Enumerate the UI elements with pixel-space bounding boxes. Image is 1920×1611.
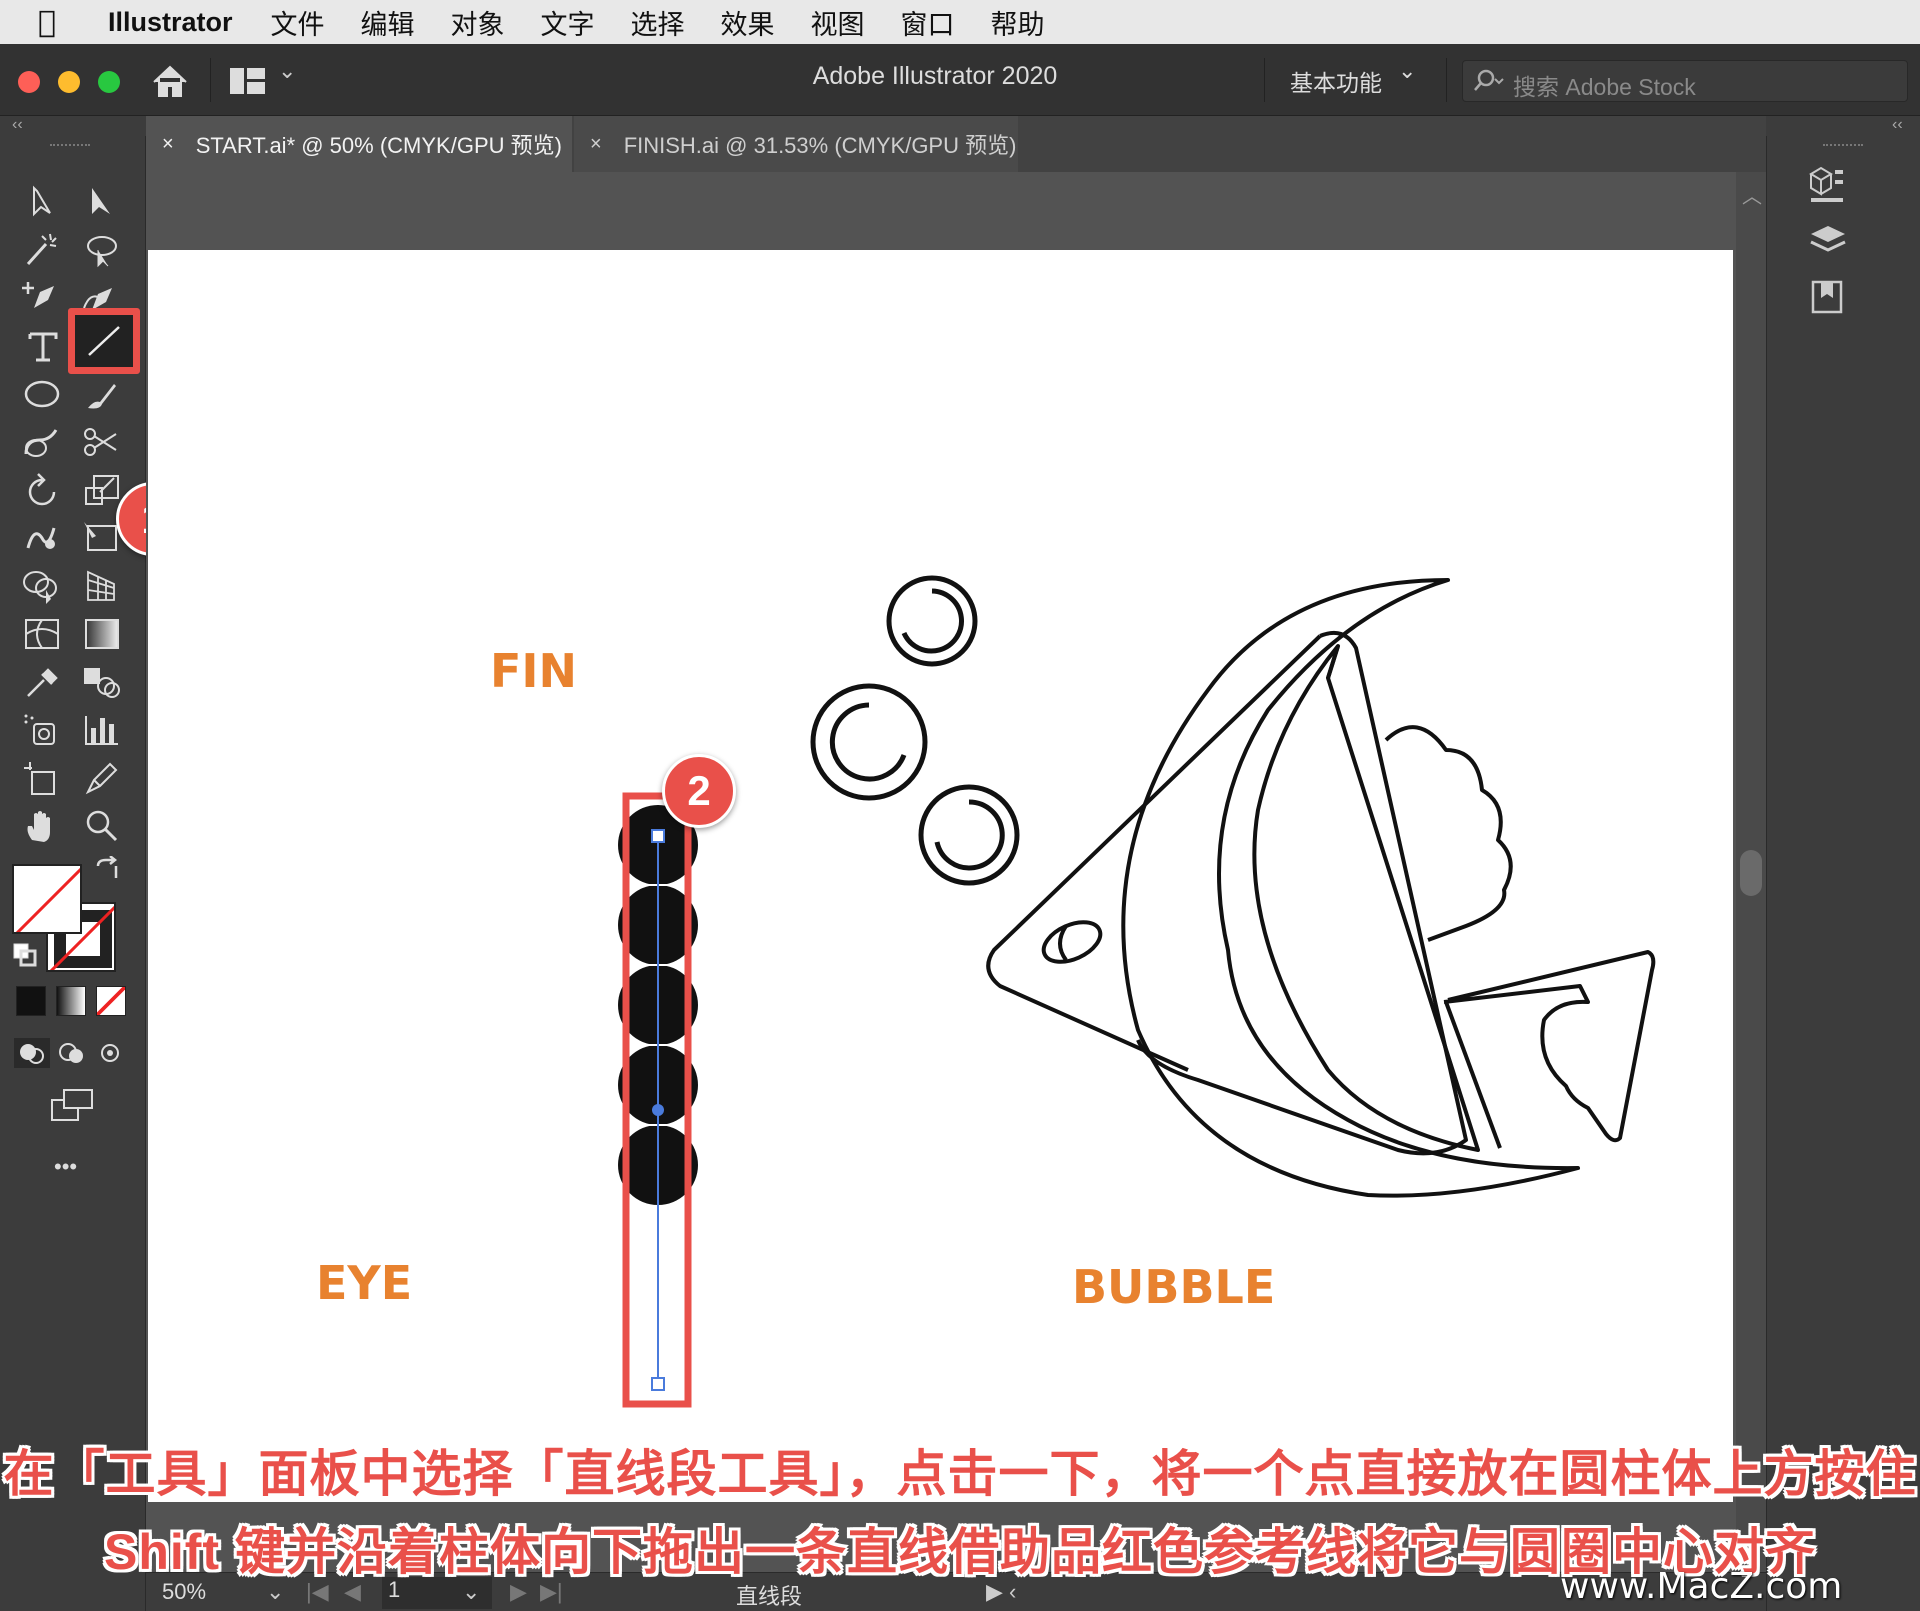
warp-tool-icon[interactable] [20, 518, 66, 558]
free-transform-tool-icon[interactable] [80, 518, 126, 558]
lasso-tool-icon[interactable] [80, 230, 126, 270]
menu-app-name[interactable]: Illustrator [108, 7, 233, 38]
change-screen-mode-icon[interactable] [48, 1086, 98, 1126]
scissors-tool-icon[interactable] [80, 422, 126, 462]
eyedropper-tool-icon[interactable] [20, 662, 66, 702]
rotate-tool-icon[interactable] [20, 470, 66, 510]
ellipse-tool-icon[interactable] [20, 374, 66, 414]
mesh-tool-icon[interactable] [20, 614, 66, 654]
slice-tool-icon[interactable] [80, 758, 126, 798]
collapse-left-icon[interactable]: ‹‹ [12, 116, 23, 134]
home-icon[interactable] [150, 62, 190, 100]
none-mode-button[interactable] [96, 986, 126, 1016]
artwork-layer [618, 575, 1656, 1408]
libraries-panel-icon[interactable] [1807, 276, 1849, 318]
gradient-tool-icon[interactable] [80, 614, 126, 654]
search-icon [1474, 69, 1504, 91]
zoom-window-button[interactable] [98, 71, 120, 93]
menu-view[interactable]: 视图 [811, 3, 865, 42]
subtitle-line-1: 在「工具」面板中选择「直线段工具」，点击一下，将一个点直接放在圆柱体上方按住 [3, 1446, 1917, 1502]
tab-finish[interactable]: × FINISH.ai @ 31.53% (CMYK/GPU 预览) [574, 116, 1018, 172]
column-graph-tool-icon[interactable] [80, 710, 126, 750]
paintbrush-tool-icon[interactable] [80, 374, 126, 414]
menu-type[interactable]: 文字 [541, 3, 595, 42]
artboard-tool-icon[interactable] [20, 758, 66, 798]
zoom-tool-icon[interactable] [80, 806, 126, 846]
right-panel-dock [1766, 136, 1920, 1611]
hand-tool-icon[interactable] [20, 806, 66, 846]
scroll-up-icon[interactable]: ︿ [1742, 180, 1762, 209]
search-placeholder: 搜索 Adobe Stock [1513, 74, 1696, 100]
direct-selection-tool-icon[interactable] [80, 182, 126, 222]
menu-bar:  Illustrator 文件 编辑 对象 文字 选择 效果 视图 窗口 帮助 [0, 0, 1920, 44]
selection-tool-icon[interactable] [20, 182, 66, 222]
panel-grip[interactable] [1823, 144, 1863, 150]
line-segment-tool-icon[interactable] [68, 308, 140, 374]
apple-icon[interactable]:  [38, 5, 68, 40]
step-badge-2: 2 [662, 754, 736, 828]
blend-tool-icon[interactable] [80, 662, 126, 702]
magic-wand-tool-icon[interactable] [20, 230, 66, 270]
title-bar: ⌄ Adobe Illustrator 2020 基本功能 ⌄ 搜索 Adobe… [0, 44, 1920, 116]
swap-fill-stroke-icon[interactable] [92, 855, 122, 886]
pen-tool-icon[interactable] [20, 278, 66, 318]
menu-object[interactable]: 对象 [451, 3, 505, 42]
tab-start[interactable]: × START.ai* @ 50% (CMYK/GPU 预览) [146, 116, 572, 172]
perspective-grid-tool-icon[interactable] [80, 566, 126, 606]
layers-panel-icon[interactable] [1807, 220, 1849, 262]
close-icon[interactable]: × [590, 133, 602, 156]
draw-mode-buttons[interactable] [12, 1036, 132, 1070]
menu-edit[interactable]: 编辑 [361, 3, 415, 42]
menu-effect[interactable]: 效果 [721, 3, 775, 42]
menu-window[interactable]: 窗口 [901, 3, 955, 42]
chevron-down-icon[interactable]: ⌄ [1398, 58, 1416, 84]
stock-search-field[interactable]: 搜索 Adobe Stock [1462, 60, 1908, 102]
arrange-documents-icon[interactable] [228, 64, 268, 98]
more-tools-icon[interactable]: ••• [54, 1154, 77, 1180]
shaper-tool-icon[interactable] [20, 422, 66, 462]
fill-swatch[interactable] [12, 864, 82, 934]
gradient-mode-button[interactable] [56, 986, 86, 1016]
chevron-down-icon[interactable]: ⌄ [278, 58, 296, 84]
bubble-shapes [810, 575, 1020, 886]
watermark: www.MacZ.com [1560, 1566, 1843, 1607]
workspace-switcher[interactable]: 基本功能 [1290, 64, 1382, 98]
tools-panel: 1 [0, 136, 190, 1611]
symbol-sprayer-tool-icon[interactable] [20, 710, 66, 750]
tab-label: START.ai* @ 50% (CMYK/GPU 预览) [195, 133, 562, 158]
color-mode-button[interactable] [16, 986, 46, 1016]
default-fill-stroke-icon[interactable] [12, 942, 38, 968]
close-window-button[interactable] [18, 71, 40, 93]
document-tab-bar: × START.ai* @ 50% (CMYK/GPU 预览) × FINISH… [146, 116, 1766, 172]
properties-panel-icon[interactable] [1807, 164, 1849, 206]
scale-tool-icon[interactable] [80, 470, 126, 510]
fish-outline [986, 578, 1656, 1198]
type-tool-icon[interactable] [20, 326, 66, 366]
collapse-right-icon[interactable]: ‹‹ [1892, 116, 1903, 134]
scrollbar-thumb[interactable] [1740, 850, 1762, 896]
vertical-scrollbar[interactable]: ︿ [1736, 172, 1766, 1611]
panel-grip[interactable] [50, 144, 90, 150]
tab-label: FINISH.ai @ 31.53% (CMYK/GPU 预览) [623, 133, 1017, 158]
artboard[interactable]: FIN EYE BUBBLE [148, 250, 1733, 1502]
minimize-window-button[interactable] [58, 71, 80, 93]
shape-builder-tool-icon[interactable] [20, 566, 66, 606]
menu-help[interactable]: 帮助 [991, 3, 1045, 42]
menu-select[interactable]: 选择 [631, 3, 685, 42]
close-icon[interactable]: × [162, 133, 174, 156]
window-title: Adobe Illustrator 2020 [812, 62, 1058, 90]
menu-file[interactable]: 文件 [271, 3, 325, 42]
